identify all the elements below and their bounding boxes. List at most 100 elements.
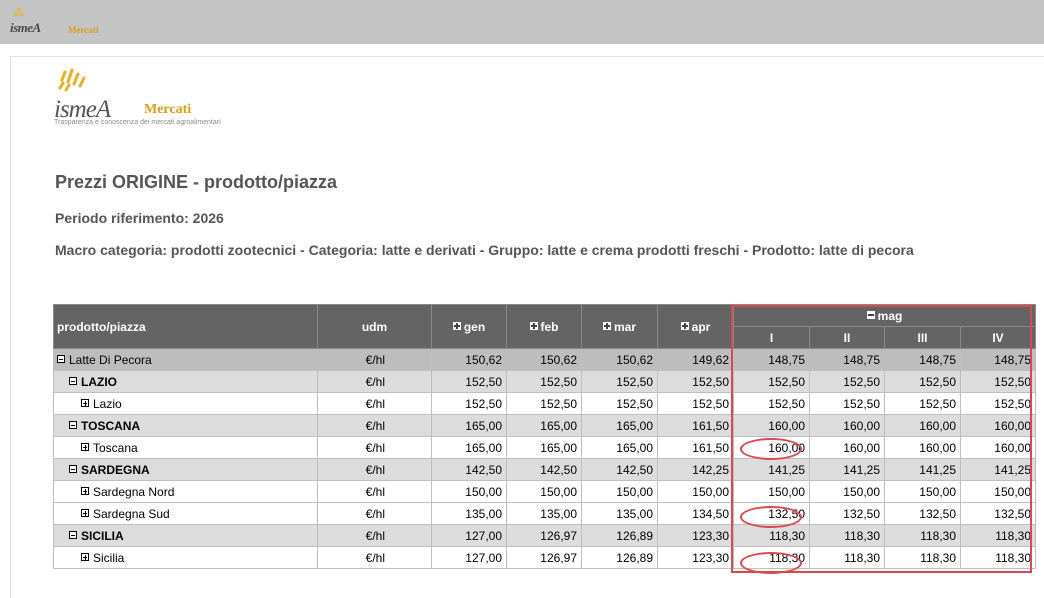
price-cell: 165,00 (431, 436, 507, 459)
collapse-icon[interactable] (69, 465, 77, 474)
row-udm: €/hl (317, 502, 432, 525)
price-cell: 148,75 (884, 348, 961, 371)
table-row: TOSCANA €/hl 165,00 165,00 165,00 161,50 160,0… (53, 414, 1036, 437)
column-header-mag[interactable]: mag (733, 304, 1036, 327)
row-label[interactable]: Toscana (53, 436, 318, 459)
row-name: Toscana (93, 440, 138, 455)
row-label[interactable]: Latte Di Pecora (53, 348, 318, 371)
price-cell: 165,00 (506, 436, 582, 459)
price-cell: 142,50 (506, 458, 582, 481)
column-header-mar[interactable]: mar (581, 304, 658, 349)
row-udm: €/hl (317, 524, 432, 547)
expand-icon[interactable] (452, 322, 461, 331)
row-label[interactable]: Sardegna Sud (53, 502, 318, 525)
price-cell: 134,50 (657, 502, 734, 525)
price-cell: 123,30 (657, 524, 734, 547)
row-label[interactable]: SICILIA (53, 524, 318, 547)
price-cell: 150,00 (733, 480, 810, 503)
row-name: Latte Di Pecora (69, 352, 152, 367)
price-cell: 132,50 (809, 502, 885, 525)
price-cell: 149,62 (657, 348, 734, 371)
price-cell: 150,00 (884, 480, 961, 503)
expand-icon[interactable] (602, 322, 611, 331)
column-header-feb[interactable]: feb (506, 304, 582, 349)
price-cell: 141,25 (960, 458, 1036, 481)
price-cell: 165,00 (581, 436, 658, 459)
price-cell: 148,75 (960, 348, 1036, 371)
price-cell: 152,50 (960, 370, 1036, 393)
row-label[interactable]: SARDEGNA (53, 458, 318, 481)
price-cell: 150,00 (581, 480, 658, 503)
price-cell: 152,50 (884, 392, 961, 415)
price-cell: 148,75 (733, 348, 810, 371)
column-header-gen[interactable]: gen (431, 304, 507, 349)
price-cell: 152,50 (431, 392, 507, 415)
column-header-week-2[interactable]: II (809, 326, 885, 349)
expand-icon[interactable] (81, 399, 89, 408)
column-header-week-4[interactable]: IV (960, 326, 1036, 349)
price-cell: 126,97 (506, 524, 582, 547)
price-cell: 118,30 (960, 546, 1036, 569)
collapse-icon[interactable] (866, 311, 875, 320)
price-cell: 165,00 (431, 414, 507, 437)
column-header-product[interactable]: prodotto/piazza (53, 304, 318, 349)
row-name: Sardegna Sud (93, 506, 170, 521)
table-row: Sardegna Sud €/hl 135,00 135,00 135,00 134,50… (53, 502, 1036, 525)
row-label[interactable]: LAZIO (53, 370, 318, 393)
price-cell: 152,50 (884, 370, 961, 393)
price-cell: 150,00 (431, 480, 507, 503)
expand-icon[interactable] (680, 322, 689, 331)
row-label[interactable]: Sardegna Nord (53, 480, 318, 503)
price-cell: 148,75 (809, 348, 885, 371)
price-cell: 132,50 (960, 502, 1036, 525)
price-cell: 152,50 (581, 370, 658, 393)
expand-icon[interactable] (529, 322, 538, 331)
price-cell: 161,50 (657, 436, 734, 459)
table-row: SICILIA €/hl 127,00 126,97 126,89 123,30 118,3… (53, 524, 1036, 547)
row-udm: €/hl (317, 414, 432, 437)
row-udm: €/hl (317, 348, 432, 371)
row-label[interactable]: Lazio (53, 392, 318, 415)
page-title: Prezzi ORIGINE - prodotto/piazza (55, 172, 338, 192)
column-header-apr[interactable]: apr (657, 304, 734, 349)
row-label[interactable]: Sicilia (53, 546, 318, 569)
table-row: LAZIO €/hl 152,50 152,50 152,50 152,50 152,50 1… (53, 370, 1036, 393)
row-name: SARDEGNA (81, 462, 150, 477)
row-udm: €/hl (317, 546, 432, 569)
price-cell: 126,97 (506, 546, 582, 569)
expand-icon[interactable] (81, 509, 89, 518)
collapse-icon[interactable] (69, 421, 77, 430)
price-cell: 165,00 (506, 414, 582, 437)
price-cell: 118,30 (809, 546, 885, 569)
price-cell: 160,00 (960, 414, 1036, 437)
price-cell: 123,30 (657, 546, 734, 569)
column-header-week-1[interactable]: I (733, 326, 810, 349)
row-name: Sardegna Nord (93, 484, 175, 499)
collapse-icon[interactable] (69, 531, 77, 540)
expand-icon[interactable] (81, 487, 89, 496)
price-cell: 150,62 (431, 348, 507, 371)
price-cell: 118,30 (809, 524, 885, 547)
table-body: Latte Di Pecora €/hl 150,62 150,62 150,62 149… (53, 348, 1036, 569)
logo-brand-mercati: Mercati (144, 102, 192, 117)
column-header-udm[interactable]: udm (317, 304, 432, 349)
price-cell: 141,25 (733, 458, 810, 481)
table-row: SARDEGNA €/hl 142,50 142,50 142,50 142,25 141,… (53, 458, 1036, 481)
row-label[interactable]: TOSCANA (53, 414, 318, 437)
reference-period: Periodo riferimento: 2026 (55, 210, 224, 226)
price-cell: 150,00 (506, 480, 582, 503)
row-name: Sicilia (93, 550, 125, 565)
expand-icon[interactable] (81, 553, 89, 562)
column-header-week-3[interactable]: III (884, 326, 961, 349)
collapse-icon[interactable] (69, 377, 77, 386)
logo-tagline: Trasparenza e conoscenza dei mercati agr… (54, 119, 221, 126)
price-cell: 118,30 (884, 524, 961, 547)
row-name: LAZIO (81, 374, 117, 389)
price-cell: 152,50 (733, 392, 810, 415)
price-cell: 152,50 (809, 392, 885, 415)
price-cell: 135,00 (506, 502, 582, 525)
price-cell: 127,00 (431, 546, 507, 569)
expand-icon[interactable] (81, 443, 89, 452)
price-cell: 152,50 (657, 370, 734, 393)
collapse-icon[interactable] (57, 355, 65, 364)
